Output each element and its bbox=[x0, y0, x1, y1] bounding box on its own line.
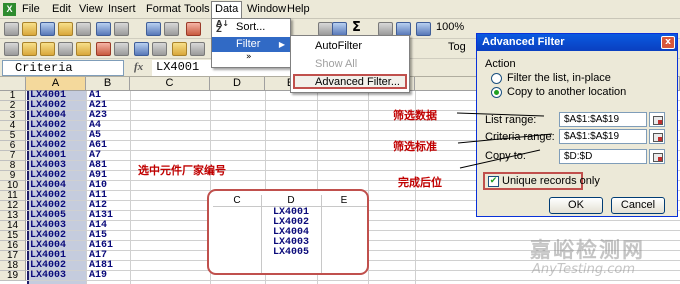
cell-b[interactable]: A19 bbox=[89, 271, 107, 281]
track-changes-icon[interactable] bbox=[114, 42, 129, 56]
row-header[interactable]: 19 bbox=[0, 271, 26, 281]
radio-filter-in-place[interactable] bbox=[491, 73, 502, 84]
open-icon[interactable] bbox=[22, 22, 37, 36]
zoom-box[interactable]: 100% bbox=[436, 21, 464, 33]
menu-item-sort[interactable]: A↓ Z Sort... bbox=[212, 20, 290, 35]
delete-comment-icon[interactable] bbox=[96, 42, 111, 56]
menu-item-sort-label: Sort... bbox=[236, 21, 266, 33]
save-icon[interactable] bbox=[40, 22, 55, 36]
next-comment-icon[interactable] bbox=[40, 42, 55, 56]
email-icon[interactable] bbox=[76, 22, 91, 36]
column-header-d[interactable]: D bbox=[210, 77, 265, 91]
output-col-header-e: E bbox=[340, 195, 348, 206]
reply-changes-icon[interactable] bbox=[152, 42, 167, 56]
close-icon[interactable]: x bbox=[661, 36, 675, 49]
annotation-filter-criteria: 筛选标准 bbox=[393, 140, 437, 153]
menu-edit[interactable]: Edit bbox=[52, 3, 71, 15]
menu-item-filter-label: Filter bbox=[236, 38, 261, 50]
column-header-a[interactable]: A bbox=[26, 77, 86, 91]
collapse-dialog-icon[interactable] bbox=[649, 112, 665, 127]
menu-item-filter[interactable]: Filter ▶ bbox=[212, 37, 290, 52]
watermark-en: AnyTesting.com bbox=[532, 262, 636, 277]
show-all-comments-icon[interactable] bbox=[76, 42, 91, 56]
spelling-icon[interactable] bbox=[146, 22, 161, 36]
menu-bar: X File Edit View Insert Format Tools Dat… bbox=[0, 0, 680, 19]
unique-records-checkbox[interactable]: ✔ bbox=[488, 176, 499, 187]
menu-item-advanced-filter[interactable]: Advanced Filter... bbox=[293, 74, 407, 89]
collapse-dialog-icon[interactable] bbox=[649, 149, 665, 164]
unique-records-label: Unique records only bbox=[502, 175, 600, 187]
expand-chevron-icon: » bbox=[246, 52, 252, 62]
criteria-range-label: Criteria range: bbox=[485, 131, 555, 143]
advanced-filter-dialog: Advanced Filter x Action Filter the list… bbox=[476, 33, 678, 217]
menu-help[interactable]: Help bbox=[287, 3, 310, 15]
menu-window[interactable]: Window bbox=[247, 3, 286, 15]
radio-copy-to-location-label: Copy to another location bbox=[507, 86, 627, 98]
previous-comment-icon[interactable] bbox=[22, 42, 37, 56]
radio-filter-in-place-label: Filter the list, in-place bbox=[507, 72, 611, 84]
sort-descending-icon[interactable] bbox=[396, 22, 411, 36]
submenu-arrow-icon: ▶ bbox=[278, 40, 285, 49]
fx-icon[interactable]: fx bbox=[134, 61, 143, 73]
annotation-filter-data: 筛选数据 bbox=[393, 109, 437, 122]
output-col-header-c: C bbox=[233, 195, 241, 206]
autosum-icon[interactable]: Σ bbox=[352, 20, 361, 35]
collapse-dialog-icon[interactable] bbox=[649, 129, 665, 144]
output-cell[interactable]: LX4005 bbox=[261, 248, 321, 258]
menu-item-autofilter[interactable]: AutoFilter bbox=[291, 39, 409, 54]
annotation-select-column: 选中元件厂家编号 bbox=[138, 164, 226, 177]
select-all-corner[interactable] bbox=[0, 77, 26, 91]
cut-icon[interactable] bbox=[186, 22, 201, 36]
show-comment-icon[interactable] bbox=[58, 42, 73, 56]
hyperlink-icon[interactable] bbox=[332, 22, 347, 36]
menu-format[interactable]: Format bbox=[146, 3, 181, 15]
sort-ascending-icon[interactable] bbox=[378, 22, 393, 36]
watermark-cn: 嘉峪检测网 bbox=[530, 238, 645, 262]
action-group-label: Action bbox=[485, 58, 516, 70]
menu-data[interactable]: Data bbox=[211, 1, 243, 19]
menu-tools[interactable]: Tools bbox=[184, 3, 210, 15]
menu-view[interactable]: View bbox=[79, 3, 103, 15]
end-review-icon[interactable] bbox=[172, 42, 187, 56]
sort-az-icon: A↓ Z bbox=[216, 19, 229, 34]
permission-icon[interactable] bbox=[58, 22, 73, 36]
research-icon[interactable] bbox=[164, 22, 179, 36]
ok-button[interactable]: OK bbox=[549, 197, 603, 214]
menu-file[interactable]: File bbox=[22, 3, 40, 15]
gridline bbox=[26, 280, 680, 281]
menu-item-show-all: Show All bbox=[315, 58, 358, 70]
name-box[interactable]: Criteria bbox=[2, 60, 124, 76]
copy-to-label: Copy to: bbox=[485, 150, 526, 162]
output-range-highlight: C D E LX4001 LX4002 LX4004 LX4003 LX4005 bbox=[207, 189, 369, 275]
ink-annotations-icon[interactable] bbox=[190, 42, 205, 56]
criteria-range-input[interactable]: $A$1:$A$19 bbox=[559, 129, 647, 144]
list-range-input[interactable]: $A$1:$A$19 bbox=[559, 112, 647, 127]
menu-expand-more[interactable]: » bbox=[212, 52, 290, 67]
new-comment-icon[interactable] bbox=[4, 42, 19, 56]
undo-icon[interactable] bbox=[318, 22, 333, 36]
radio-copy-to-location[interactable] bbox=[491, 87, 502, 98]
list-range-label: List range: bbox=[485, 114, 537, 126]
unique-records-option[interactable]: ✔ Unique records only bbox=[483, 172, 600, 190]
column-header-b[interactable]: B bbox=[86, 77, 130, 91]
column-header-c[interactable]: C bbox=[130, 77, 210, 91]
new-icon[interactable] bbox=[4, 22, 19, 36]
menu-insert[interactable]: Insert bbox=[108, 3, 136, 15]
cancel-button[interactable]: Cancel bbox=[611, 197, 665, 214]
copy-to-input[interactable]: $D:$D bbox=[559, 149, 647, 164]
toggle-toolbar-label[interactable]: Tog bbox=[448, 41, 466, 53]
chart-wizard-icon[interactable] bbox=[416, 22, 431, 36]
dialog-title: Advanced Filter bbox=[477, 34, 677, 51]
print-preview-icon[interactable] bbox=[114, 22, 129, 36]
excel-app-icon[interactable]: X bbox=[3, 3, 16, 16]
output-col-header-d: D bbox=[287, 195, 295, 206]
cell-a[interactable]: LX4003 bbox=[30, 271, 66, 281]
print-icon[interactable] bbox=[96, 22, 111, 36]
send-to-recipient-icon[interactable] bbox=[134, 42, 149, 56]
filter-submenu: AutoFilter Show All Advanced Filter... bbox=[290, 35, 410, 93]
data-menu-dropdown: A↓ Z Sort... Filter ▶ » bbox=[211, 18, 291, 68]
annotation-after-done: 完成后位 bbox=[398, 176, 442, 189]
